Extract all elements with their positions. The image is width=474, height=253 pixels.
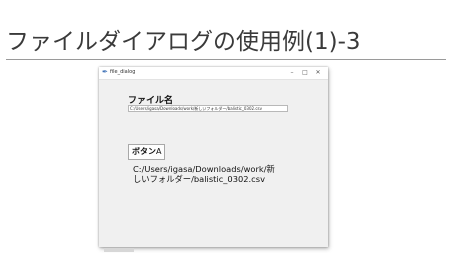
selected-path-label: C:/Users/igasa/Downloads/work/新 しいフォルダー/… [133,164,275,184]
close-button[interactable]: ✕ [313,68,323,78]
minimize-button[interactable]: – [287,68,297,78]
window-titlebar[interactable]: ✒ file_dialog – □ ✕ [99,67,328,80]
button-a[interactable]: ボタンA [128,144,166,160]
selected-path-line-2: しいフォルダー/balistic_0302.csv [133,174,265,184]
button-a-label-bold: ボタン [132,147,156,156]
window-title: file_dialog [110,69,136,75]
slide-title: ファイルダイアログの使用例(1)-3 [6,29,361,55]
selected-path-line-1: C:/Users/igasa/Downloads/work/新 [133,164,275,174]
file-path-entry[interactable]: C:/Users/igasa/Downloads/work/新しいフォルダー/b… [128,105,288,112]
feather-icon: ✒ [102,68,108,76]
button-a-label-suffix: A [156,147,162,156]
taskbar-fragment [104,248,134,252]
title-divider [6,59,446,60]
app-window: ✒ file_dialog – □ ✕ ファイル名 C:/Users/igasa… [99,67,328,247]
maximize-button[interactable]: □ [300,68,310,78]
